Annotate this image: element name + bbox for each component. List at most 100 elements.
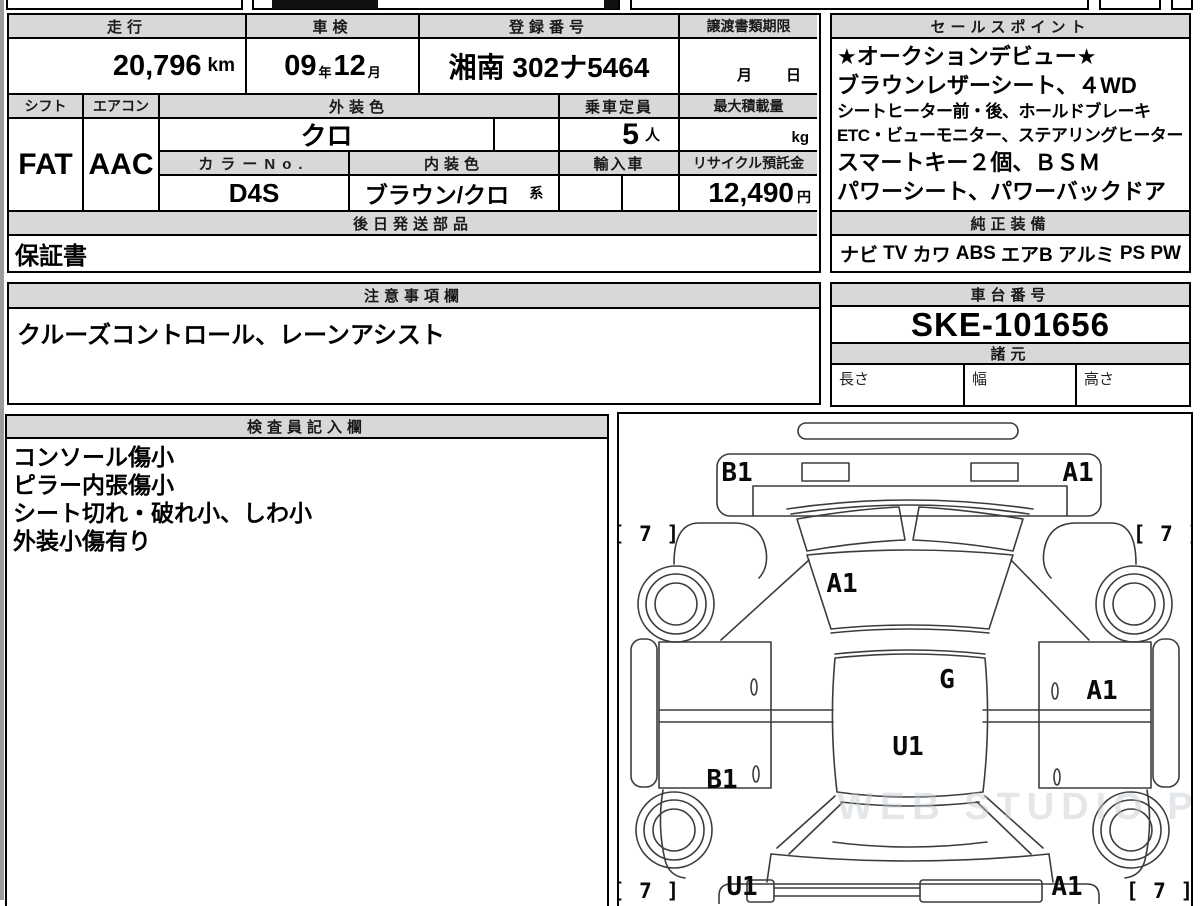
import-car-cell-1 (560, 176, 623, 212)
damage-label-rear-right: A1 (1051, 872, 1083, 902)
chassis-header: 車台番号 (832, 284, 1189, 307)
spec-width-cell: 幅 (965, 365, 1077, 405)
registration-header: 登録番号 (420, 15, 680, 39)
cut-off-text-fragment (604, 0, 618, 9)
exterior-color-value: クロ (300, 121, 353, 151)
mileage-value: 20,796 (112, 49, 202, 82)
color-no-value-cell: D4S (160, 176, 350, 212)
mileage-value-cell: 20,796 km (9, 39, 247, 95)
damage-label-rear-left: U1 (726, 872, 758, 902)
mileage-unit: km (207, 55, 235, 76)
notes-box: 注意事項欄 クルーズコントロール、レーンアシスト (7, 282, 821, 405)
recycle-deposit-value: 12,490 (708, 177, 794, 208)
damage-label-front-bumper-left: B1 (721, 458, 753, 488)
shift-value-cell: FAT (9, 119, 84, 212)
damage-label-tire-front-left: [ 7 ] (617, 522, 681, 546)
list-item: パワーシート、パワーバックドア (837, 179, 1166, 204)
list-item: シートヒーター前・後、ホールドブレーキ (837, 102, 1151, 121)
color-no-value: D4S (228, 177, 280, 208)
specs-header: 諸元 (832, 344, 1189, 365)
inspection-year: 09 (284, 49, 317, 82)
interior-color-value: ブラウン/クロ (364, 182, 510, 208)
later-parts-header: 後日発送部品 (9, 212, 817, 236)
list-item: ナビ (840, 245, 879, 266)
interior-color-value-cell: ブラウン/クロ 系 (350, 176, 560, 212)
list-item: PS (1119, 242, 1146, 264)
recycle-deposit-value-cell: 12,490 円 (680, 176, 817, 212)
damage-label-tire-front-right: [ 7 ] (1132, 522, 1191, 546)
registration-value: 湘南 302ナ5464 (448, 52, 650, 83)
transfer-deadline-cell: 月 日 (680, 39, 817, 95)
damage-label-tire-rear-right: [ 7 ] (1125, 879, 1193, 903)
list-item: アルミ (1057, 245, 1115, 266)
list-item: コンソール傷小 (13, 444, 174, 470)
damage-label-roof-center: U1 (892, 732, 924, 762)
factory-equipment-header: 純正装備 (832, 212, 1189, 236)
damage-label-side-left-lower: B1 (706, 765, 738, 795)
max-load-header: 最大積載量 (680, 95, 817, 119)
notes-value-cell: クルーズコントロール、レーンアシスト (9, 309, 819, 403)
exterior-color-header: 外装色 (160, 95, 560, 119)
cutoff-row-cell (1171, 0, 1193, 10)
chassis-value: SKE-101656 (911, 305, 1110, 343)
inspector-notes-header: 検査員記入欄 (7, 416, 607, 439)
recycle-deposit-header: リサイクル預託金 (680, 152, 817, 176)
list-item: ABS (955, 242, 996, 264)
recycle-deposit-unit: 円 (797, 189, 811, 205)
inspection-month: 12 (333, 49, 366, 82)
vehicle-data-table: 走行 車検 登録番号 譲渡書類期限 20,796 km 09 年 12 月 湘南… (7, 13, 821, 273)
interior-color-header: 内装色 (350, 152, 560, 176)
aircon-value: AAC (88, 147, 154, 181)
shift-value: FAT (18, 147, 73, 181)
cutoff-row-cell (1099, 0, 1161, 10)
list-item: ETC・ビューモニター、ステアリングヒーター (837, 126, 1183, 145)
list-item: ★オークションデビュー★ (837, 44, 1097, 69)
color-no-header: カラーNo. (160, 152, 350, 176)
year-unit: 年 (318, 64, 332, 80)
list-item: ピラー内張傷小 (13, 472, 174, 498)
list-item: カワ (912, 245, 951, 266)
max-load-unit: kg (791, 129, 809, 146)
interior-color-suffix: 系 (529, 185, 544, 201)
capacity-header: 乗車定員 (560, 95, 680, 119)
damage-label-side-right-upper: A1 (1086, 676, 1118, 706)
spec-width-label: 幅 (972, 371, 988, 388)
spec-height-cell: 高さ (1077, 365, 1189, 405)
notes-header: 注意事項欄 (9, 284, 819, 309)
factory-equipment-list: ナビ TV カワ ABS エアB アルミ PS PW (832, 236, 1189, 271)
list-item: PW (1150, 242, 1181, 264)
later-parts-value-cell: 保証書 (9, 236, 817, 271)
mileage-header: 走行 (9, 15, 247, 39)
list-item: スマートキー２個、ＢＳＭ (837, 150, 1101, 175)
import-car-cell-2 (623, 176, 680, 212)
list-item: シート切れ・破れ小、しわ小 (13, 500, 312, 526)
exterior-color-value-cell: クロ (160, 119, 495, 152)
spec-height-label: 高さ (1084, 371, 1115, 388)
chassis-specs-box: 車台番号 SKE-101656 諸元 長さ 幅 高さ (830, 282, 1191, 407)
capacity-value-cell: 5 人 (560, 118, 680, 152)
notes-value: クルーズコントロール、レーンアシスト (17, 322, 445, 349)
sales-points-box: セールスポイント ★オークションデビュー★ ブラウンレザーシート、４WD シートヒー… (830, 13, 1191, 273)
auction-sheet: { "sheet": { "top_table": { "mileage": {… (0, 0, 1200, 906)
list-item: TV (883, 242, 908, 264)
transfer-deadline-header: 譲渡書類期限 (680, 15, 817, 39)
aircon-value-cell: AAC (84, 119, 160, 212)
inspection-header: 車検 (247, 15, 420, 39)
list-item: 外装小傷有り (13, 528, 151, 554)
damage-label-front-bumper-right: A1 (1062, 458, 1094, 488)
shift-header: シフト (9, 95, 84, 119)
damage-diagram: WEB STUDIO PRO B1A1[ 7 ][ 7 ]A1GA1U1B1U1… (617, 412, 1193, 906)
max-load-value-cell: kg (680, 119, 817, 152)
damage-label-tire-rear-left: [ 7 ] (617, 879, 681, 903)
damage-label-windshield: A1 (826, 569, 858, 599)
list-item: エアB (1001, 245, 1053, 266)
diagram-labels: B1 A1 [ 7 ] [ 7 ] A1 G A1 U1 B1 U1 A1 [ 7 ] [ 7 ] (619, 414, 1191, 904)
capacity-unit: 人 (644, 127, 660, 144)
later-parts-value: 保証書 (15, 243, 87, 270)
spec-length-cell: 長さ (832, 365, 965, 405)
import-car-header: 輸入車 (560, 152, 680, 176)
sales-points-header: セールスポイント (832, 15, 1189, 39)
aircon-header: エアコン (84, 95, 160, 119)
cutoff-row-cell (630, 0, 1089, 10)
registration-value-cell: 湘南 302ナ5464 (420, 39, 680, 95)
